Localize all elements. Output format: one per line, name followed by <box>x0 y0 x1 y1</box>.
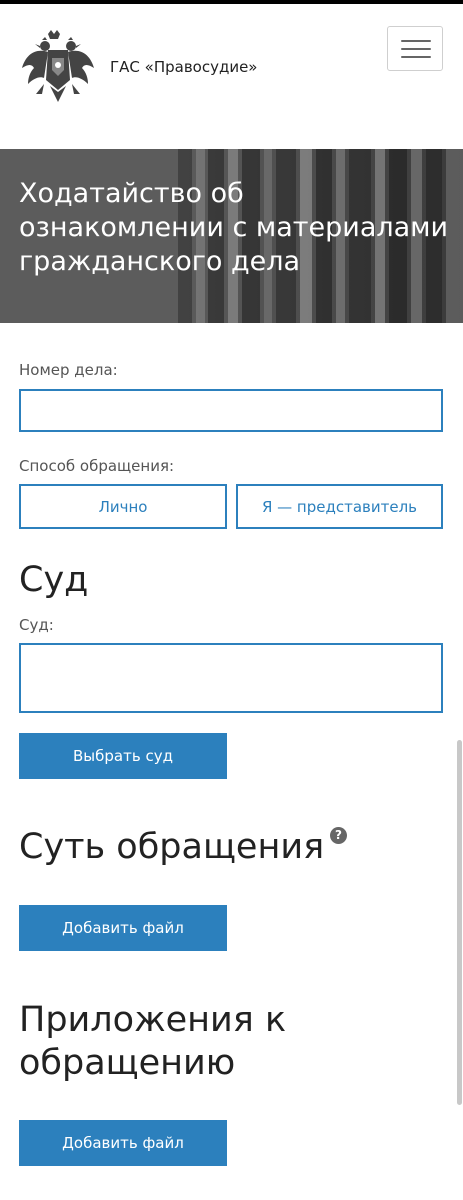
case-number-input[interactable] <box>19 389 443 432</box>
help-icon[interactable]: ? <box>330 827 347 844</box>
hamburger-icon-line <box>401 48 431 50</box>
menu-button[interactable] <box>387 26 443 71</box>
method-option-in-person[interactable]: Лично <box>19 484 227 529</box>
site-name[interactable]: ГАС «Правосудие» <box>110 58 258 76</box>
page-banner: Ходатайство об ознакомлении с материалам… <box>0 149 463 323</box>
court-input[interactable] <box>19 643 443 713</box>
court-section-title: Суд <box>19 560 89 600</box>
hamburger-icon-line <box>401 56 431 58</box>
method-label: Способ обращения: <box>19 457 175 475</box>
method-option-representative[interactable]: Я — представитель <box>236 484 443 529</box>
page-title: Ходатайство об ознакомлении с материалам… <box>19 178 449 277</box>
scrollbar[interactable] <box>457 740 462 1105</box>
essence-section-title: Суть обращения <box>19 827 325 867</box>
hamburger-icon-line <box>401 40 431 42</box>
case-number-label: Номер дела: <box>19 361 118 379</box>
add-file-button-attachments[interactable]: Добавить файл <box>19 1120 227 1166</box>
coat-of-arms-icon[interactable] <box>18 28 98 108</box>
select-court-button[interactable]: Выбрать суд <box>19 733 227 779</box>
add-file-button-essence[interactable]: Добавить файл <box>19 905 227 951</box>
court-label: Суд: <box>19 616 54 634</box>
attachments-section-title: Приложения к обращению <box>19 1000 287 1083</box>
site-header: ГАС «Правосудие» <box>0 4 463 149</box>
